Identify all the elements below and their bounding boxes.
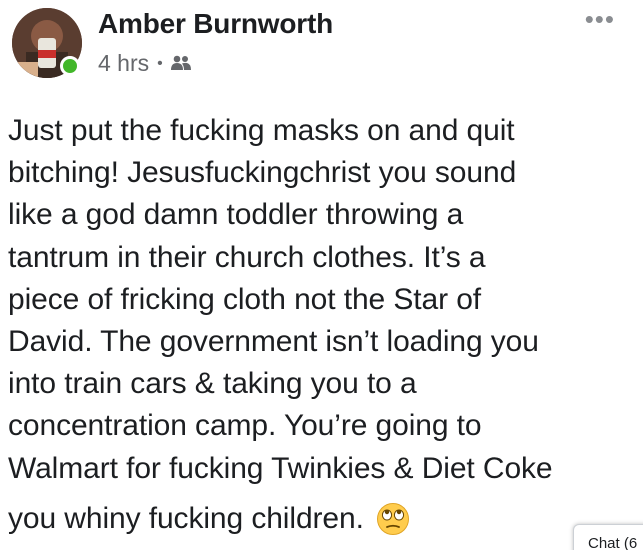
post-text-line: Walmart for fucking Twinkies & Diet Coke xyxy=(8,451,553,485)
friends-icon[interactable] xyxy=(170,54,192,74)
chat-tab[interactable]: Chat (6 xyxy=(573,524,643,550)
post-text-line: like a god damn toddler throwing a xyxy=(8,198,464,232)
post-body: Just put the fucking masks on and quit b… xyxy=(8,110,628,540)
post-text-line: into train cars & taking you to a xyxy=(8,367,417,401)
post-text-line: tantrum in their church clothes. It’s a xyxy=(8,240,486,274)
facebook-post: Amber Burnworth 4 hrs • ••• Just put the… xyxy=(0,0,643,550)
meta-separator: • xyxy=(157,54,163,72)
post-text-line: piece of fricking cloth not the Star of xyxy=(8,282,482,316)
author-name[interactable]: Amber Burnworth xyxy=(98,8,333,40)
post-timestamp[interactable]: 4 hrs xyxy=(98,50,149,77)
post-text-line: Just put the fucking masks on and quit xyxy=(8,114,515,147)
post-text-last-line: you whiny fucking children. xyxy=(8,498,628,540)
more-options-icon[interactable]: ••• xyxy=(585,4,615,35)
online-status-indicator xyxy=(60,56,80,76)
post-text-line: bitching! Jesusfuckingchrist you sound xyxy=(8,156,517,190)
post-text-line: David. The government isn’t loading you xyxy=(8,325,539,359)
post-text-line: you whiny fucking children. xyxy=(8,501,364,535)
post-meta: 4 hrs • xyxy=(98,50,192,77)
eye-roll-emoji-icon xyxy=(376,502,410,536)
post-text-line: concentration camp. You’re going to xyxy=(8,409,482,443)
